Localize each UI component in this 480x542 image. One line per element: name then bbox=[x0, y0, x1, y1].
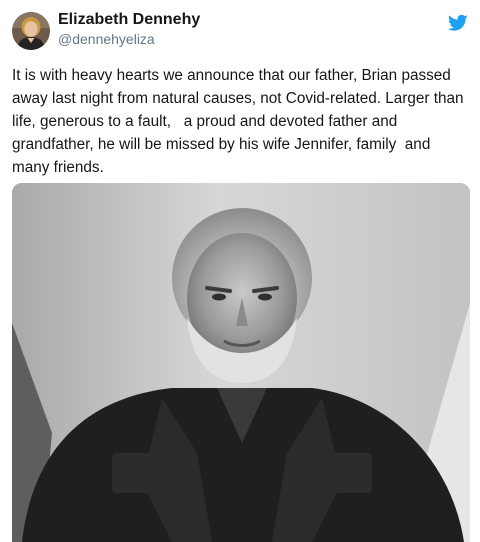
tweet-card: Elizabeth Dennehy @dennehyeliza It is wi… bbox=[0, 0, 480, 542]
user-names: Elizabeth Dennehy @dennehyeliza bbox=[58, 10, 418, 48]
avatar[interactable] bbox=[12, 12, 50, 50]
user-handle[interactable]: @dennehyeliza bbox=[58, 30, 418, 48]
tweet-text: It is with heavy hearts we announce that… bbox=[12, 67, 468, 176]
twitter-bird-icon[interactable] bbox=[448, 14, 468, 32]
portrait-illustration bbox=[12, 183, 470, 542]
avatar-photo bbox=[12, 12, 50, 50]
display-name[interactable]: Elizabeth Dennehy bbox=[58, 10, 418, 30]
tweet-photo[interactable] bbox=[12, 183, 470, 542]
twitter-bird-glyph bbox=[448, 14, 468, 31]
tweet-header: Elizabeth Dennehy @dennehyeliza bbox=[12, 10, 468, 54]
